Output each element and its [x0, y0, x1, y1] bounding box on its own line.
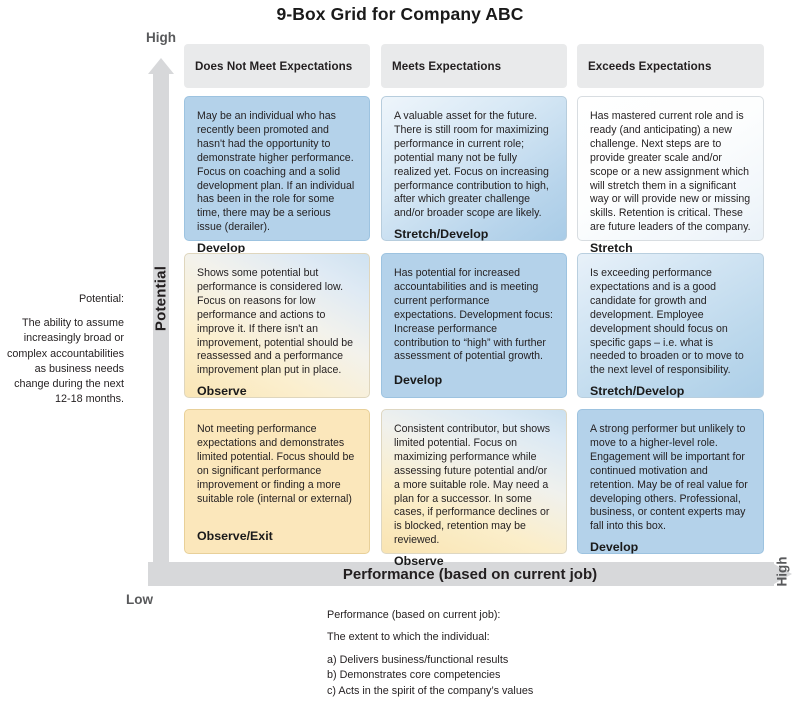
grid-cell-action: Observe	[197, 384, 247, 399]
column-header-meets-expectations: Meets Expectations	[381, 44, 567, 88]
grid-cell-body: Shows some potential but performance is …	[197, 267, 354, 377]
potential-description-body: The ability to assume increasingly broad…	[6, 317, 124, 406]
grid-cell-high-potential-meets-performance[interactable]: A valuable asset for the future. There i…	[381, 96, 567, 241]
grid-cell-medium-potential-meets-performance[interactable]: Has potential for increased accountabili…	[381, 253, 567, 398]
grid-cell-body: Has mastered current role and is ready (…	[590, 110, 751, 234]
potential-high-label: High	[146, 30, 176, 45]
grid-cell-action: Observe/Exit	[197, 529, 273, 543]
footer-heading: Performance (based on current job):	[327, 609, 501, 621]
grid-cell-action: Stretch/Develop	[590, 384, 685, 399]
potential-axis-label: Potential	[152, 265, 170, 332]
performance-definition-footer: Performance (based on current job): The …	[327, 608, 747, 699]
grid-cell-action: Develop	[590, 540, 639, 555]
grid-cell-body: Has potential for increased accountabili…	[394, 267, 553, 363]
footer-subheading: The extent to which the individual:	[327, 631, 490, 644]
grid-cell-body: A valuable asset for the future. There i…	[394, 110, 549, 220]
grid-cell-body: Is exceeding performance expectations an…	[590, 267, 744, 377]
potential-description-title: Potential:	[78, 293, 124, 305]
column-header-does-not-meet-expectations: Does Not Meet Expectations	[184, 44, 370, 88]
potential-low-label: Low	[126, 592, 153, 607]
column-header-label: Does Not Meet Expectations	[195, 59, 353, 73]
footer-item-c: c) Acts in the spirit of the company’s v…	[327, 684, 534, 697]
performance-high-label: High	[774, 556, 790, 587]
column-header-label: Meets Expectations	[392, 59, 502, 73]
grid-cell-body: Consistent contributor, but shows limite…	[394, 423, 551, 547]
grid-cell-body: Not meeting performance expectations and…	[197, 423, 355, 505]
grid-cell-body: May be an individual who has recently be…	[197, 110, 355, 234]
grid-cell-low-potential-low-performance[interactable]: Not meeting performance expectations and…	[184, 409, 370, 554]
grid-cell-high-potential-low-performance[interactable]: May be an individual who has recently be…	[184, 96, 370, 255]
grid-cell-body: A strong performer but unlikely to move …	[590, 423, 748, 533]
grid-cell-action: Stretch/Develop	[394, 227, 489, 242]
footer-item-a: a) Delivers business/functional results	[327, 653, 509, 666]
grid-cell-action: Develop	[394, 373, 443, 387]
grid-cell-medium-potential-low-performance[interactable]: Shows some potential but performance is …	[184, 253, 370, 398]
nine-box-grid: Does Not Meet Expectations Meets Expecta…	[184, 44, 764, 568]
grid-cell-low-potential-meets-performance[interactable]: Consistent contributor, but shows limite…	[381, 409, 567, 568]
footer-item-b: b) Demonstrates core competencies	[327, 669, 501, 682]
grid-cell-low-potential-exceeds-performance[interactable]: A strong performer but unlikely to move …	[577, 409, 764, 554]
potential-description: Potential: The ability to assume increas…	[2, 292, 124, 407]
page-title: 9-Box Grid for Company ABC	[276, 4, 524, 24]
grid-cell-medium-potential-exceeds-performance[interactable]: Is exceeding performance expectations an…	[577, 253, 764, 398]
column-header-exceeds-expectations: Exceeds Expectations	[577, 44, 764, 88]
grid-cell-action: Observe	[394, 554, 444, 569]
column-header-label: Exceeds Expectations	[588, 59, 712, 73]
grid-cell-high-potential-exceeds-performance[interactable]: Has mastered current role and is ready (…	[577, 96, 764, 255]
